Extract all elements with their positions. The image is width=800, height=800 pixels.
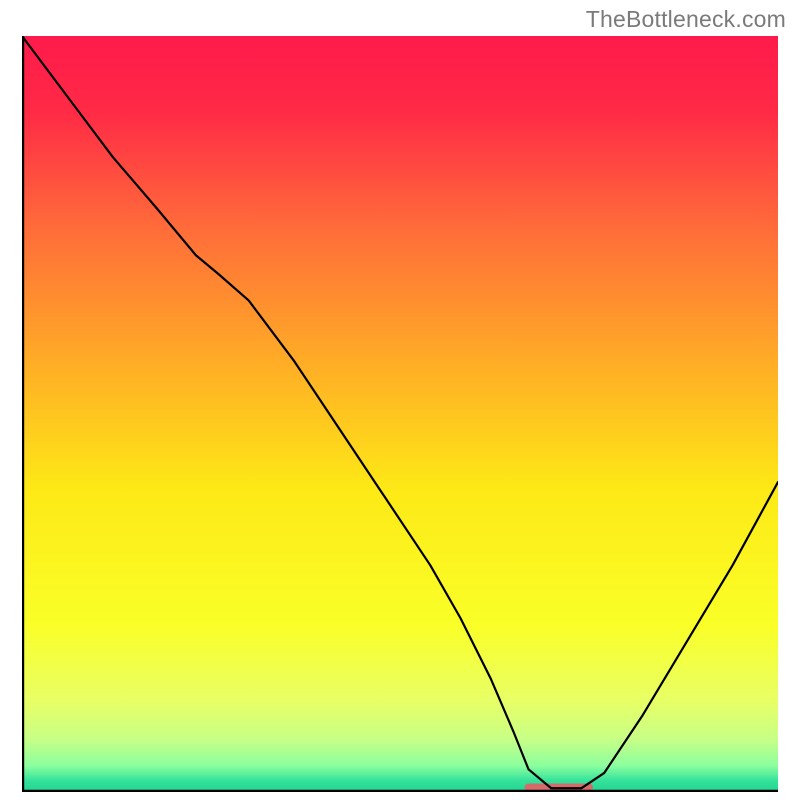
chart-plot-area <box>22 36 778 792</box>
bottleneck-chart <box>22 36 778 792</box>
watermark-text: TheBottleneck.com <box>586 6 786 33</box>
